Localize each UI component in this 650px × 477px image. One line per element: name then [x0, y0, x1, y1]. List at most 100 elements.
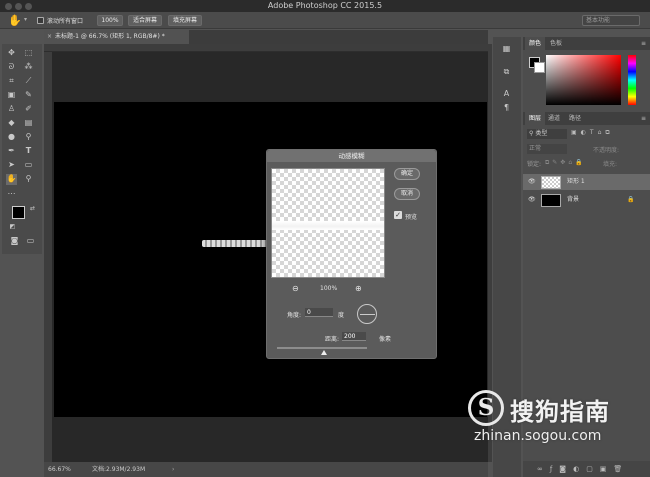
distance-slider-thumb[interactable]: [321, 350, 327, 355]
tools-panel: ✥ ⬚ ᘐ ⁂ ⌗ ⟋ ▣ ✎ ♙ ✐ ◆ ▤ ● ⚲ ✒ T ➤ ▭ ✋ ⚲ …: [2, 44, 42, 254]
color-panel-tabs: 颜色 色板 ≡: [523, 37, 650, 50]
pen-tool-icon[interactable]: ✒: [7, 146, 16, 155]
layers-panel-tabs: 图层 通道 路径 ≡: [523, 112, 650, 125]
gradient-tool-icon[interactable]: ▤: [24, 118, 33, 127]
color-spectrum-field[interactable]: [546, 55, 621, 105]
status-menu-icon[interactable]: ›: [172, 462, 174, 477]
document-size: 文档:2.93M/2.93M: [92, 466, 146, 473]
zoom-tool-icon[interactable]: ⚲: [24, 174, 33, 183]
history-brush-tool-icon[interactable]: ✐: [24, 104, 33, 113]
document-tab-bar: × 未标题-1 @ 66.7% (矩形 1, RGB/8#) *: [44, 30, 488, 44]
type-tool-icon[interactable]: T: [24, 146, 33, 155]
color-panel-menu-icon[interactable]: ≡: [641, 37, 646, 50]
eye-icon[interactable]: 👁: [528, 174, 536, 190]
eraser-tool-icon[interactable]: ◆: [7, 118, 16, 127]
layers-panel-menu-icon[interactable]: ≡: [641, 112, 646, 125]
blend-mode-dropdown[interactable]: 正常: [527, 144, 567, 154]
character-panel-icon[interactable]: A: [502, 89, 511, 98]
swap-colors-icon[interactable]: ⇄: [28, 204, 37, 213]
sogou-watermark: S 搜狗指南 zhinan.sogou.com: [468, 384, 648, 454]
lock-icons[interactable]: ⧉✎✥⌂🔒: [545, 159, 586, 167]
distance-input[interactable]: 200: [342, 332, 366, 341]
path-selection-tool-icon[interactable]: ➤: [7, 160, 16, 169]
color-tab[interactable]: 颜色: [525, 37, 546, 50]
more-tools-icon[interactable]: ⋯: [7, 189, 16, 198]
scroll-all-windows-checkbox[interactable]: [37, 17, 44, 24]
document-tab-title: 未标题-1 @ 66.7% (矩形 1, RGB/8#) *: [55, 33, 165, 40]
foreground-color-swatch[interactable]: [12, 206, 25, 219]
opacity-label: 不透明度:: [593, 147, 620, 154]
properties-panel-icon[interactable]: ⧉: [502, 67, 511, 76]
document-tab[interactable]: × 未标题-1 @ 66.7% (矩形 1, RGB/8#) *: [44, 30, 189, 44]
fill-label: 填充:: [603, 161, 618, 168]
layer-thumbnail: [541, 194, 561, 207]
options-bar: ✋ ▾ 滚动所有窗口 100% 适合屏幕 填充屏幕 基本功能: [0, 12, 650, 29]
zoom-out-icon[interactable]: ⊖: [292, 284, 299, 293]
angle-dial-indicator: [360, 314, 375, 315]
rectangle-tool-icon[interactable]: ▭: [24, 160, 33, 169]
filter-preview[interactable]: [271, 168, 385, 278]
hue-slider[interactable]: [628, 55, 636, 105]
preview-zoom-level: 100%: [320, 285, 338, 292]
distance-unit: 像素: [379, 336, 392, 343]
eyedropper-tool-icon[interactable]: ⟋: [24, 76, 33, 85]
blur-tool-icon[interactable]: ●: [7, 132, 16, 141]
hand-tool-selected-icon[interactable]: ✋: [6, 174, 17, 185]
swatches-tab[interactable]: 色板: [550, 37, 562, 50]
kind-filter-label: 类型: [535, 130, 548, 137]
watermark-name: 搜狗指南: [510, 398, 610, 426]
paths-tab[interactable]: 路径: [569, 112, 581, 125]
zoom-window-button[interactable]: [25, 3, 32, 10]
eye-icon[interactable]: 👁: [528, 192, 536, 208]
lasso-tool-icon[interactable]: ᘐ: [7, 62, 16, 71]
layers-tab[interactable]: 图层: [525, 112, 546, 125]
clone-stamp-tool-icon[interactable]: ♙: [7, 104, 16, 113]
layer-filter-icons[interactable]: ▣◐T⌂⧉: [571, 129, 614, 137]
marquee-tool-icon[interactable]: ⬚: [24, 48, 33, 57]
layer-row-rectangle[interactable]: 👁 矩形 1: [523, 174, 650, 190]
crop-tool-icon[interactable]: ⌗: [7, 76, 16, 85]
blurred-rectangle-shape: [202, 240, 268, 247]
close-tab-icon[interactable]: ×: [47, 30, 52, 44]
preview-label: 预览: [405, 214, 418, 221]
distance-slider-track[interactable]: [277, 347, 367, 349]
angle-input[interactable]: 0: [305, 308, 333, 317]
history-panel-icon[interactable]: ▦: [502, 44, 511, 53]
workspace-switcher[interactable]: 基本功能: [582, 15, 640, 26]
minimize-window-button[interactable]: [15, 3, 22, 10]
layer-name: 矩形 1: [567, 178, 585, 185]
search-icon: ⚲: [529, 130, 534, 137]
preview-checkbox[interactable]: ✓: [394, 211, 402, 219]
tool-preset-dropdown-icon[interactable]: ▾: [24, 16, 27, 23]
preview-blurred-band: [272, 221, 384, 230]
lock-icon: 🔒: [627, 196, 635, 203]
channels-tab[interactable]: 通道: [548, 112, 560, 125]
healing-brush-tool-icon[interactable]: ▣: [7, 90, 16, 99]
layer-kind-filter[interactable]: ⚲ 类型: [527, 129, 567, 139]
angle-label: 角度:: [287, 312, 302, 319]
status-bar: 66.67% 文档:2.93M/2.93M ›: [44, 462, 488, 477]
zoom-in-icon[interactable]: ⊕: [355, 284, 362, 293]
scroll-all-windows-label: 滚动所有窗口: [47, 18, 84, 25]
zoom-level[interactable]: 66.67%: [48, 462, 71, 477]
screen-mode-icon[interactable]: ▭: [26, 236, 35, 245]
quick-mask-icon[interactable]: ◙: [10, 236, 19, 245]
default-colors-icon[interactable]: ◩: [8, 222, 17, 231]
motion-blur-dialog: 动感模糊 确定 取消 ✓ 预览 ⊖ 100% ⊕ 角度: 0 度 距离: 200…: [266, 149, 437, 359]
dodge-tool-icon[interactable]: ⚲: [24, 132, 33, 141]
cancel-button[interactable]: 取消: [394, 188, 420, 200]
close-window-button[interactable]: [5, 3, 12, 10]
lock-label: 锁定:: [527, 161, 542, 168]
fill-screen-button[interactable]: 填充屏幕: [168, 15, 202, 26]
zoom-100-button[interactable]: 100%: [97, 15, 123, 26]
ok-button[interactable]: 确定: [394, 168, 420, 180]
fit-screen-button[interactable]: 适合屏幕: [128, 15, 162, 26]
layer-row-background[interactable]: 👁 背景 🔒: [523, 192, 650, 208]
brush-tool-icon[interactable]: ✎: [24, 90, 33, 99]
panel-background-swatch[interactable]: [534, 62, 545, 73]
layers-footer-actions[interactable]: ∞ƒ◙◐▢▣🗑: [523, 461, 650, 477]
paragraph-panel-icon[interactable]: ¶: [502, 103, 511, 112]
angle-dial[interactable]: [357, 304, 377, 324]
magic-wand-tool-icon[interactable]: ⁂: [24, 62, 33, 71]
move-tool-icon[interactable]: ✥: [7, 48, 16, 57]
